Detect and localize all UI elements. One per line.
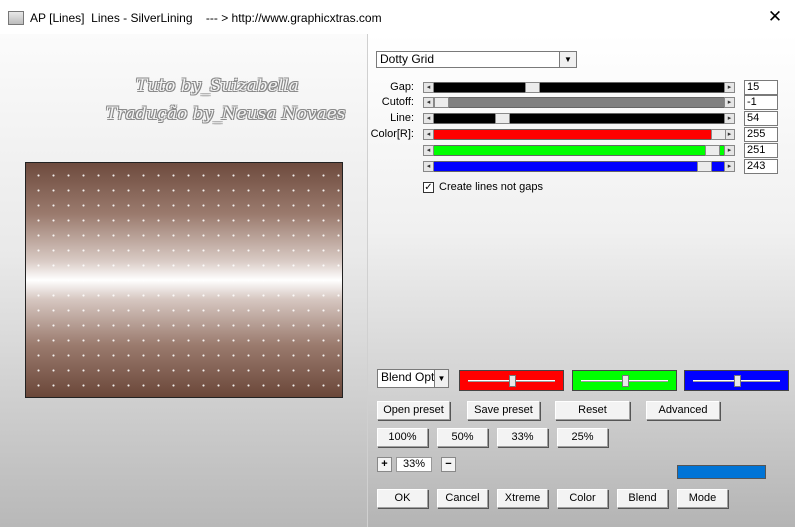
arrow-left-icon[interactable]: ◂ [423,145,434,156]
slider-thumb[interactable] [434,97,449,108]
blend-options-value: Blend Opti [381,370,438,384]
create-lines-label: Create lines not gaps [439,181,543,193]
slider-thumb[interactable] [697,161,712,172]
zoom-out-button[interactable]: − [441,457,456,472]
preset-dropdown[interactable]: Dotty Grid ▼ [376,51,577,68]
zoom-33-button[interactable]: 33% [497,428,548,447]
zoom-level-field[interactable]: 33% [396,457,432,472]
arrow-right-icon[interactable]: ▸ [724,97,735,108]
param-slider[interactable]: ◂ ▸ [423,129,735,140]
blend-color-slider[interactable] [684,370,789,391]
slider-thumb[interactable] [495,113,510,124]
slider-track[interactable] [434,162,724,171]
param-slider[interactable]: ◂ ▸ [423,145,735,156]
slider-thumb[interactable] [711,129,726,140]
param-label: Gap: [390,81,414,93]
open-preset-button[interactable]: Open preset [377,401,450,420]
chevron-down-icon[interactable]: ▼ [434,370,448,387]
blend-button[interactable]: Blend [617,489,668,508]
zoom-100-button[interactable]: 100% [377,428,428,447]
window-title: AP [Lines] Lines - SilverLining --- > ht… [30,11,382,25]
arrow-left-icon[interactable]: ◂ [423,129,434,140]
slider-thumb[interactable] [734,375,741,387]
param-value-field[interactable]: 255 [744,127,778,142]
arrow-right-icon[interactable]: ▸ [724,145,735,156]
arrow-left-icon[interactable]: ◂ [423,113,434,124]
arrow-left-icon[interactable]: ◂ [423,161,434,172]
param-value-field[interactable]: -1 [744,95,778,110]
watermark-line-2: Tradução by_Neusa Novaes [106,104,346,124]
blend-options-dropdown[interactable]: Blend Opti ▼ [377,369,449,388]
advanced-button[interactable]: Advanced [646,401,720,420]
arrow-right-icon[interactable]: ▸ [724,82,735,93]
zoom-25-button[interactable]: 25% [557,428,608,447]
chevron-down-icon[interactable]: ▼ [559,52,576,67]
color-swatch[interactable] [677,465,766,479]
create-lines-checkbox[interactable]: ✓ [423,182,434,193]
blend-color-slider[interactable] [459,370,564,391]
slider-track[interactable] [434,114,724,123]
checkmark-icon: ✓ [424,182,433,193]
slider-track[interactable] [434,98,724,107]
cancel-button[interactable]: Cancel [437,489,488,508]
param-value-field[interactable]: 243 [744,159,778,174]
title-bar: AP [Lines] Lines - SilverLining --- > ht… [0,0,795,34]
param-slider[interactable]: ◂ ▸ [423,113,735,124]
param-label: Color[R]: [370,128,414,140]
preview-image[interactable] [25,162,343,398]
zoom-in-button[interactable]: + [377,457,392,472]
param-label: Line: [390,112,414,124]
slider-thumb[interactable] [622,375,629,387]
controls-panel: Dotty Grid ▼ Gap: ◂ ▸ 15 Cutoff: ◂ ▸ -1 Line: ◂ ▸ 5… [368,34,795,527]
param-value-field[interactable]: 251 [744,143,778,158]
zoom-50-button[interactable]: 50% [437,428,488,447]
slider-track[interactable] [434,130,724,139]
preset-dropdown-value: Dotty Grid [380,52,435,66]
save-preset-button[interactable]: Save preset [467,401,540,420]
watermark-line-1: Tuto by_Suizabella [136,76,299,96]
slider-thumb[interactable] [525,82,540,93]
slider-thumb[interactable] [509,375,516,387]
arrow-left-icon[interactable]: ◂ [423,97,434,108]
reset-button[interactable]: Reset [555,401,630,420]
preview-panel: Tuto by_Suizabella Tradução by_Neusa Nov… [0,34,368,527]
app-icon [8,11,24,25]
dotty-grid-overlay [26,163,342,397]
close-icon[interactable]: ✕ [755,0,795,34]
mode-button[interactable]: Mode [677,489,728,508]
arrow-left-icon[interactable]: ◂ [423,82,434,93]
slider-track[interactable] [434,83,724,92]
param-slider[interactable]: ◂ ▸ [423,97,735,108]
xtreme-button[interactable]: Xtreme [497,489,548,508]
param-slider[interactable]: ◂ ▸ [423,161,735,172]
param-value-field[interactable]: 54 [744,111,778,126]
arrow-right-icon[interactable]: ▸ [724,113,735,124]
color-button[interactable]: Color [557,489,608,508]
param-slider[interactable]: ◂ ▸ [423,82,735,93]
slider-track[interactable] [434,146,724,155]
param-label: Cutoff: [381,96,414,108]
param-value-field[interactable]: 15 [744,80,778,95]
ok-button[interactable]: OK [377,489,428,508]
slider-thumb[interactable] [705,145,720,156]
blend-color-slider[interactable] [572,370,677,391]
arrow-right-icon[interactable]: ▸ [724,161,735,172]
